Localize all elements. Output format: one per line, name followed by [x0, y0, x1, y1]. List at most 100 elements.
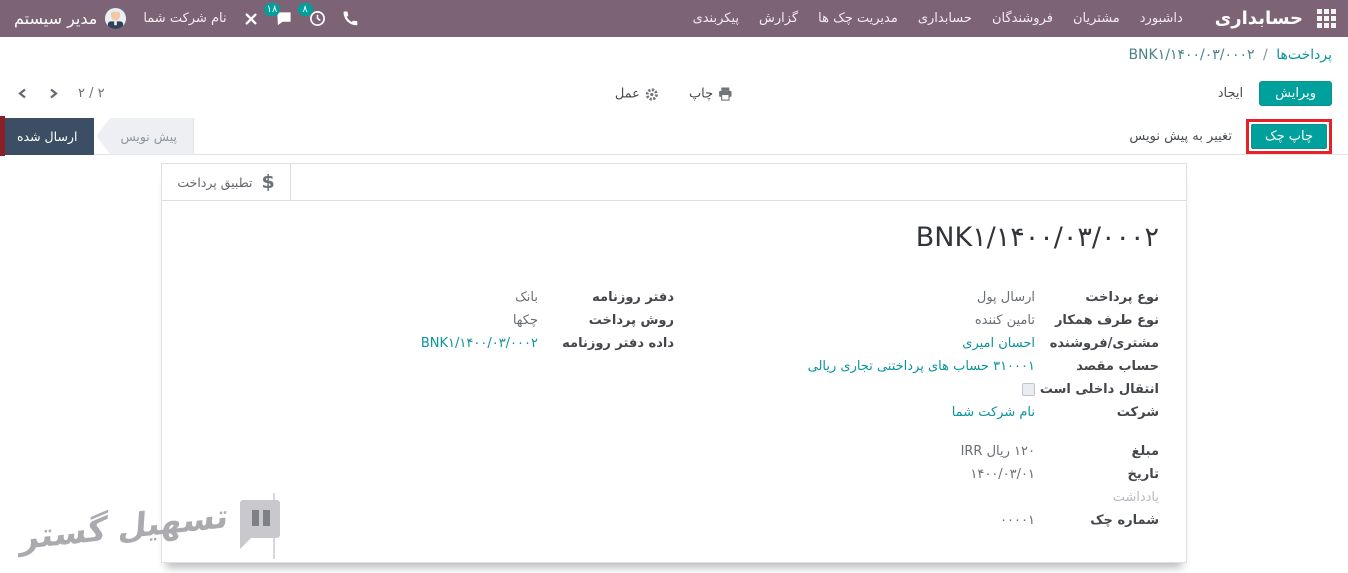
debug-tools-icon[interactable] [243, 11, 259, 27]
print-menu[interactable]: چاپ [689, 87, 733, 102]
field-label: یادداشت [1112, 490, 1159, 505]
breadcrumb-current: BNK۱/۱۴۰۰/۰۳/۰۰۰۲ [1128, 47, 1255, 63]
field-label: شماره چک [1090, 513, 1159, 528]
breadcrumb-separator: / [1263, 47, 1268, 63]
field-value: چکها [512, 313, 538, 328]
field-journal-entry: داده دفتر روزنامه BNK۱/۱۴۰۰/۰۳/۰۰۰۲ [189, 332, 674, 355]
field-amount: مبلغ ۱۲۰ ریال IRR [674, 440, 1159, 463]
apps-menu-icon[interactable] [1317, 9, 1336, 28]
edit-button[interactable]: ویرایش [1259, 80, 1332, 106]
pager-buttons [16, 86, 60, 101]
menu-report[interactable]: گزارش [749, 0, 808, 37]
print-menu-label: چاپ [688, 86, 714, 102]
messages-badge: ۱۸ [263, 3, 281, 16]
statusbar: پیش نویس ارسال شده [0, 117, 194, 155]
field-label: دفتر روزنامه [592, 290, 674, 305]
field-value: ارسال پول [976, 290, 1035, 305]
field-label: مشتری/فروشنده [1049, 336, 1159, 351]
dollar-icon: $ [261, 171, 275, 193]
field-partner-type: نوع طرف همکار تامین کننده [674, 309, 1159, 332]
action-menu-label: عمل [614, 86, 640, 102]
user-menu[interactable]: مدیر سیستم [14, 7, 127, 30]
form-view-area: $ تطبیق پرداخت BNK۱/۱۴۰۰/۰۳/۰۰۰۲ نوع پرد… [0, 155, 1348, 573]
field-column-amount: مبلغ ۱۲۰ ریال IRR تاریخ ۱۴۰۰/۰۳/۰۱ یاددا… [674, 440, 1159, 532]
field-label: نوع پرداخت [1085, 290, 1159, 305]
printer-icon [718, 87, 733, 102]
messages-icon[interactable]: ۱۸ [263, 3, 293, 27]
field-label: حساب مقصد [1076, 359, 1159, 374]
print-check-button[interactable]: چاپ چک [1250, 123, 1327, 149]
workflow-buttons: چاپ چک تغییر به پیش نویس [1129, 118, 1332, 154]
field-group-amount: مبلغ ۱۲۰ ریال IRR تاریخ ۱۴۰۰/۰۳/۰۱ یاددا… [189, 440, 1159, 532]
field-label: مبلغ [1131, 444, 1159, 459]
field-date: تاریخ ۱۴۰۰/۰۳/۰۱ [674, 463, 1159, 486]
field-value: بانک [515, 290, 538, 305]
menu-configuration[interactable]: پیکربندی [683, 0, 749, 37]
main-menu: داشبورد مشتریان فروشندگان حسابداری مدیری… [683, 0, 1193, 37]
status-tab-draft[interactable]: پیش نویس [96, 117, 194, 155]
stat-button-strip: $ تطبیق پرداخت [162, 164, 1186, 201]
partner-link[interactable]: احسان امیری [962, 332, 1035, 355]
destination-account-link[interactable]: ۳۱۰۰۰۱ حساب های پرداختنی تجاری ریالی [808, 355, 1035, 378]
status-tab-sent[interactable]: ارسال شده [0, 117, 95, 155]
field-value: ۱۴۰۰/۰۳/۰۱ [970, 467, 1035, 482]
field-payment-method: روش پرداخت چکها [189, 309, 674, 332]
journal-entry-link[interactable]: BNK۱/۱۴۰۰/۰۳/۰۰۰۲ [421, 332, 538, 355]
field-partner: مشتری/فروشنده احسان امیری [674, 332, 1159, 355]
activities-badge: ۸ [297, 3, 313, 16]
navbar-main: حسابداری داشبورد مشتریان فروشندگان حسابد… [683, 0, 1336, 37]
menu-accounting[interactable]: حسابداری [908, 0, 982, 37]
company-switcher[interactable]: نام شرکت شما [143, 11, 226, 26]
menu-check-management[interactable]: مدیریت چک ها [808, 0, 908, 37]
reset-to-draft-button[interactable]: تغییر به پیش نویس [1129, 129, 1232, 144]
activities-clock-icon[interactable]: ۸ [297, 3, 326, 27]
field-label: شرکت [1116, 405, 1159, 420]
action-menu[interactable]: عمل [615, 87, 659, 102]
app-title[interactable]: حسابداری [1215, 8, 1303, 29]
create-button[interactable]: ایجاد [1218, 86, 1243, 101]
breadcrumb: پرداخت‌ها / BNK۱/۱۴۰۰/۰۳/۰۰۰۲ [0, 37, 1348, 70]
pager-next-icon[interactable] [46, 86, 60, 101]
center-toolbar: چاپ عمل [615, 87, 733, 102]
field-label: انتقال داخلی است [1039, 382, 1159, 397]
gear-icon [645, 87, 659, 101]
field-label: داده دفتر روزنامه [562, 336, 674, 351]
annotation-highlight-box: چاپ چک [1245, 118, 1332, 154]
field-group-main: نوع پرداخت ارسال پول نوع طرف همکار تامین… [189, 286, 1159, 424]
sheet-body: BNK۱/۱۴۰۰/۰۳/۰۰۰۲ نوع پرداخت ارسال پول ن… [162, 201, 1186, 532]
field-company: شرکت نام شرکت شما [674, 401, 1159, 424]
pager-previous-icon[interactable] [16, 86, 30, 101]
payment-matching-button[interactable]: $ تطبیق پرداخت [162, 164, 291, 200]
field-internal-transfer: انتقال داخلی است [674, 378, 1159, 401]
annotation-right-edge [0, 116, 5, 156]
field-label: نوع طرف همکار [1054, 313, 1159, 328]
user-avatar [104, 7, 127, 30]
payment-form-sheet: $ تطبیق پرداخت BNK۱/۱۴۰۰/۰۳/۰۰۰۲ نوع پرد… [161, 163, 1187, 563]
field-label: روش پرداخت [588, 313, 674, 328]
control-panel-row: ویرایش ایجاد چاپ عمل ۲ / ۲ [0, 70, 1348, 118]
menu-vendors[interactable]: فروشندگان [982, 0, 1063, 37]
field-value: ۱۲۰ ریال IRR [960, 444, 1035, 459]
field-journal: دفتر روزنامه بانک [189, 286, 674, 309]
pager-count: ۲ / ۲ [78, 85, 105, 101]
action-status-bar: چاپ چک تغییر به پیش نویس پیش نویس ارسال … [0, 116, 1348, 156]
menu-dashboard[interactable]: داشبورد [1130, 0, 1193, 37]
breadcrumb-payments-link[interactable]: پرداخت‌ها [1276, 47, 1332, 63]
field-value: ۰۰۰۰۱ [1000, 513, 1035, 528]
top-navbar: حسابداری داشبورد مشتریان فروشندگان حسابد… [0, 0, 1348, 37]
payment-matching-label: تطبیق پرداخت [177, 174, 253, 190]
field-value: تامین کننده [974, 313, 1035, 328]
field-column-right: نوع پرداخت ارسال پول نوع طرف همکار تامین… [674, 286, 1159, 424]
field-payment-type: نوع پرداخت ارسال پول [674, 286, 1159, 309]
pager: ۲ / ۲ [16, 86, 105, 101]
field-memo: یادداشت [674, 486, 1159, 509]
internal-transfer-checkbox[interactable] [1022, 383, 1035, 396]
company-link[interactable]: نام شرکت شما [952, 401, 1035, 424]
field-check-number: شماره چک ۰۰۰۰۱ [674, 509, 1159, 532]
phone-icon[interactable] [342, 10, 359, 27]
systray: ۸ ۱۸ نام شرکت شما مدیر سیستم [14, 3, 359, 30]
field-destination-account: حساب مقصد ۳۱۰۰۰۱ حساب های پرداختنی تجاری… [674, 355, 1159, 378]
payment-reference-title: BNK۱/۱۴۰۰/۰۳/۰۰۰۲ [915, 222, 1159, 253]
field-column-empty [189, 440, 674, 532]
menu-customers[interactable]: مشتریان [1063, 0, 1130, 37]
